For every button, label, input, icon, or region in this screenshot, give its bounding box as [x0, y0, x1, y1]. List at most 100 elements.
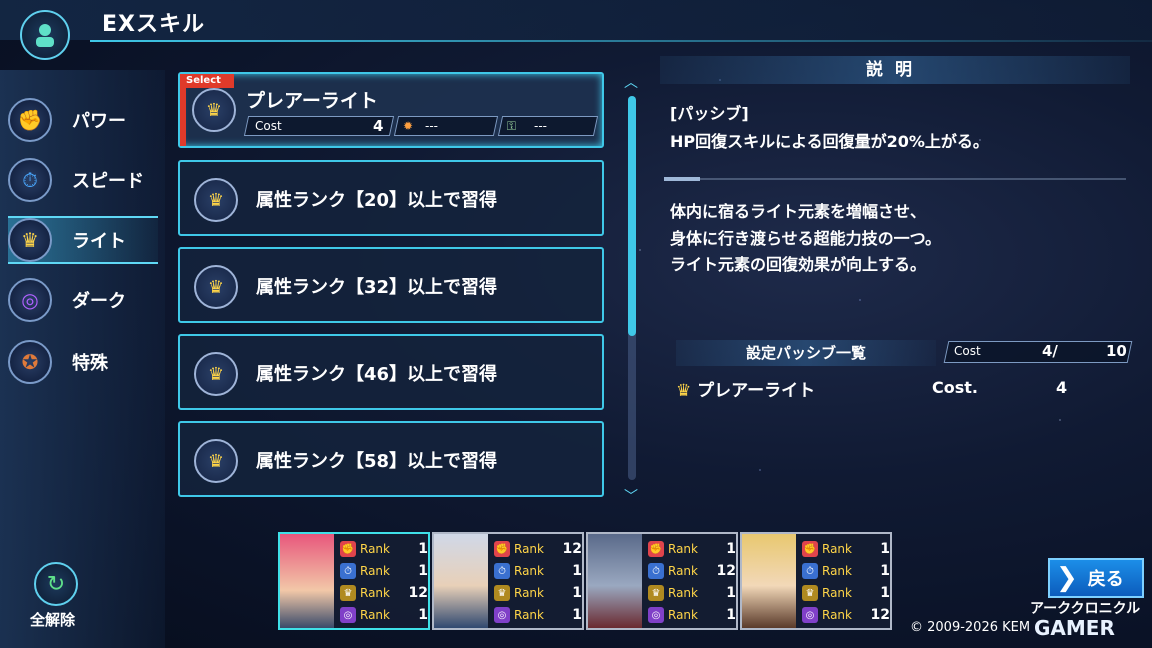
rank-row: ◎ Rank 12: [802, 604, 892, 626]
passive-list-header: 設定パッシブ一覧: [676, 340, 936, 366]
scrollbar-thumb[interactable]: [628, 96, 636, 336]
skill-card-locked[interactable]: ♛ 属性ランク【20】以上で習得: [178, 160, 604, 236]
crown-icon: ♛: [494, 585, 510, 601]
category-dark[interactable]: ◎ ダーク: [8, 276, 158, 324]
game-subtitle: アーククロニクル: [1030, 601, 1141, 617]
chevron-up-icon[interactable]: ︿: [624, 72, 638, 92]
flavor-line: 身体に行き渡らせる超能力技の一つ。: [670, 229, 942, 248]
page-title: EXスキル: [102, 12, 205, 37]
category-light[interactable]: ♛ ライト: [8, 216, 158, 264]
skill-effect: HP回復スキルによる回復量が20%上がる。: [670, 132, 989, 151]
skill-card-locked[interactable]: ♛ 属性ランク【58】以上で習得: [178, 421, 604, 497]
watermark: GAMER: [1034, 616, 1115, 640]
party-member-4[interactable]: ✊ Rank 1 ⏱ Rank 1 ♛ Rank 1 ◎ Rank 12: [740, 532, 892, 630]
character-icon: [20, 10, 70, 60]
rank-label: Rank: [822, 564, 852, 578]
skill-type: [パッシブ]: [670, 104, 749, 123]
rank-row: ⏱ Rank 12: [648, 560, 738, 582]
category-label: ライト: [72, 231, 126, 252]
reset-icon: ↻: [46, 571, 66, 597]
crown-icon: ♛: [802, 585, 818, 601]
rank-value: 12: [562, 541, 582, 557]
vortex-icon: ◎: [648, 607, 664, 623]
header-divider: [90, 40, 1152, 42]
rank-value: 1: [572, 607, 582, 623]
rank-row: ⏱ Rank 1: [340, 560, 430, 582]
passive-item-cost: 4: [1056, 378, 1068, 397]
rank-value: 1: [572, 585, 582, 601]
passive-cost-max: 10: [1106, 342, 1127, 360]
passive-item-name: プレアーライト: [697, 381, 816, 401]
character-portrait: [434, 534, 488, 628]
chevron-down-icon[interactable]: ﹀: [624, 486, 638, 506]
category-power[interactable]: ✊ パワー: [8, 96, 158, 144]
special-icon: ✪: [8, 340, 52, 384]
category-label: パワー: [72, 111, 126, 132]
select-tag: Select: [180, 74, 234, 88]
reset-all-button[interactable]: ↻: [34, 562, 78, 606]
rank-label: Rank: [668, 542, 698, 556]
passive-item-cost-label: Cost.: [932, 378, 978, 397]
flavor-line: 体内に宿るライト元素を増幅させ、: [670, 202, 927, 221]
party-member-2[interactable]: ✊ Rank 12 ⏱ Rank 1 ♛ Rank 1 ◎ Rank 1: [432, 532, 584, 630]
crown-icon: ♛: [340, 585, 356, 601]
vortex-icon: ◎: [340, 607, 356, 623]
unlock-requirement: 属性ランク【20】以上で習得: [256, 190, 498, 211]
divider: [664, 178, 1126, 180]
muscle-icon: ✊: [8, 98, 52, 142]
vortex-icon: ◎: [8, 278, 52, 322]
rank-label: Rank: [822, 586, 852, 600]
rank-row: ✊ Rank 12: [494, 538, 584, 560]
divider-accent: [664, 177, 700, 181]
muscle-icon: ✊: [648, 541, 664, 557]
crown-icon: ♛: [192, 88, 236, 132]
cost-label: Cost: [255, 119, 282, 133]
character-portrait: [588, 534, 642, 628]
rank-value: 1: [726, 541, 736, 557]
speed-icon: ⏱: [648, 563, 664, 579]
rank-row: ✊ Rank 1: [340, 538, 430, 560]
crown-icon: ♛: [676, 381, 692, 401]
category-label: ダーク: [72, 291, 126, 312]
speed-icon: ⏱: [802, 563, 818, 579]
skill-card-locked[interactable]: ♛ 属性ランク【32】以上で習得: [178, 247, 604, 323]
rank-label: Rank: [822, 608, 852, 622]
rank-row: ⏱ Rank 1: [494, 560, 584, 582]
category-label: 特殊: [72, 353, 108, 374]
cost-value: 4: [372, 117, 383, 135]
rank-label: Rank: [360, 564, 390, 578]
party-member-1[interactable]: ✊ Rank 1 ⏱ Rank 1 ♛ Rank 12 ◎ Rank 1: [278, 532, 430, 630]
category-special[interactable]: ✪ 特殊: [8, 338, 158, 386]
vortex-icon: ◎: [802, 607, 818, 623]
character-portrait: [280, 534, 334, 628]
crown-icon: ♛: [648, 585, 664, 601]
slot-value: ---: [534, 119, 548, 133]
unlock-requirement: 属性ランク【58】以上で習得: [256, 451, 498, 472]
rank-label: Rank: [822, 542, 852, 556]
crown-icon: ♛: [194, 352, 238, 396]
rank-row: ✊ Rank 1: [648, 538, 738, 560]
cost-box: Cost 4: [243, 116, 395, 136]
back-label: 戻る: [1087, 569, 1124, 590]
skill-card-selected[interactable]: Select ♛ プレアーライト Cost 4 ✹ --- ⚿ ---: [178, 72, 604, 148]
crown-icon: ♛: [194, 178, 238, 222]
slot-box: ⚿ ---: [497, 116, 599, 136]
rank-row: ⏱ Rank 1: [802, 560, 892, 582]
party-member-3[interactable]: ✊ Rank 1 ⏱ Rank 12 ♛ Rank 1 ◎ Rank 1: [586, 532, 738, 630]
rank-value: 1: [880, 563, 890, 579]
copyright: © 2009-2026 KEM: [910, 620, 1031, 635]
rank-label: Rank: [668, 608, 698, 622]
muscle-icon: ✊: [494, 541, 510, 557]
description-header: 説明: [660, 56, 1130, 84]
flavor-line: ライト元素の回復効果が向上する。: [670, 255, 927, 274]
rank-value: 1: [880, 541, 890, 557]
rank-value: 12: [716, 563, 736, 579]
crown-icon: ♛: [8, 218, 52, 262]
passive-item[interactable]: ♛ プレアーライト: [676, 376, 815, 401]
rank-row: ♛ Rank 1: [802, 582, 892, 604]
rank-label: Rank: [360, 542, 390, 556]
category-speed[interactable]: ⏱ スピード: [8, 156, 158, 204]
back-button[interactable]: ❯ 戻る: [1048, 558, 1144, 598]
skill-card-locked[interactable]: ♛ 属性ランク【46】以上で習得: [178, 334, 604, 410]
unlock-requirement: 属性ランク【46】以上で習得: [256, 364, 498, 385]
